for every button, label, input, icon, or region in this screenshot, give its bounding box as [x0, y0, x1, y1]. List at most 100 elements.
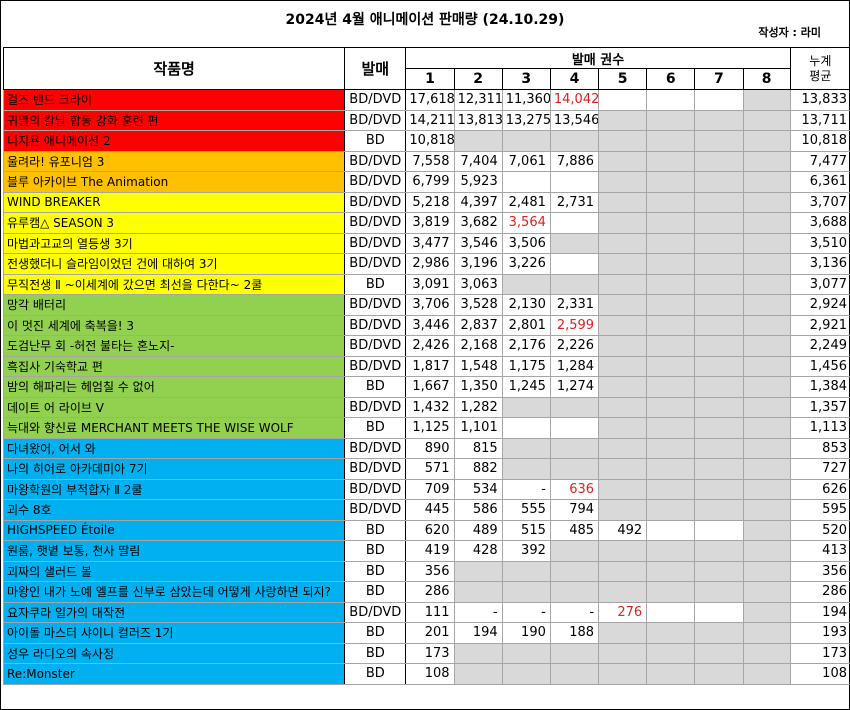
work-title-cell: 유루캠△ SEASON 3 [2, 212, 346, 234]
volume-sales-cell-3 [501, 171, 551, 193]
volume-sales-cell-8 [742, 581, 791, 603]
table-row: 나의 히어로 아카데미아 7기 BD/DVD 571 882 727 [2, 458, 850, 480]
volume-sales-cell-6 [646, 581, 696, 603]
volume-sales-cell-6 [646, 499, 696, 521]
work-title-cell: 데이트 어 라이브 V [2, 396, 346, 418]
volume-sales-cell-2 [453, 130, 503, 152]
volume-sales-cell-7 [694, 601, 744, 623]
volume-sales-cell-7 [694, 273, 744, 295]
release-format-cell: BD/DVD [344, 191, 407, 213]
volume-sales-cell-2: 3,196 [453, 253, 503, 275]
volume-sales-cell-5 [598, 191, 648, 213]
header-volumes: 발매 권수 [405, 47, 791, 69]
average-cell: 3,707 [789, 191, 850, 213]
volume-sales-cell-5 [598, 314, 648, 336]
volume-sales-cell-4 [549, 560, 600, 582]
volume-sales-cell-1: 201 [405, 622, 455, 644]
volume-sales-cell-5 [598, 253, 648, 275]
header-vol-7: 7 [694, 68, 744, 90]
average-cell: 1,456 [789, 355, 850, 377]
volume-sales-cell-6 [646, 314, 696, 336]
volume-sales-cell-1: 571 [405, 458, 455, 480]
volume-sales-cell-6 [646, 458, 696, 480]
table-row: 니지욘 애니메이션 2 BD 10,818 10,818 [2, 130, 850, 152]
work-title-cell: 걸즈 밴드 크라이 [2, 89, 346, 111]
volume-sales-cell-4: 1,274 [549, 376, 600, 398]
work-title-cell: 다녀왔어, 어서 와 [2, 437, 346, 459]
release-format-cell: BD/DVD [344, 335, 407, 357]
volume-sales-cell-8 [742, 191, 791, 213]
volume-sales-cell-3: 3,564 [501, 212, 551, 234]
work-title-cell: 전생했더니 슬라임이었던 건에 대하여 3기 [2, 253, 346, 275]
volume-sales-cell-4: 7,886 [549, 150, 600, 172]
volume-sales-cell-2: 5,923 [453, 171, 503, 193]
average-cell: 1,357 [789, 396, 850, 418]
volume-sales-cell-1: 419 [405, 540, 455, 562]
release-format-cell: BD [344, 273, 407, 295]
volume-sales-cell-3 [501, 437, 551, 459]
volume-sales-cell-5 [598, 335, 648, 357]
header-vol-2: 2 [453, 68, 503, 90]
volume-sales-cell-6 [646, 335, 696, 357]
volume-sales-cell-5 [598, 663, 648, 685]
header-avg-line2: 평균 [809, 68, 832, 83]
table-row: 아이돌 마스터 샤이니 컬러즈 1기 BD 201 194 190 188 193 [2, 622, 850, 644]
volume-sales-cell-8 [742, 458, 791, 480]
volume-sales-cell-7 [694, 191, 744, 213]
volume-sales-cell-8 [742, 417, 791, 439]
volume-sales-cell-3 [501, 417, 551, 439]
work-title-cell: 마왕인 내가 노예 엘프를 신부로 삼았는데 어떻게 사랑하면 되지? [2, 581, 346, 603]
volume-sales-cell-6 [646, 89, 696, 111]
volume-sales-cell-8 [742, 171, 791, 193]
volume-sales-cell-1: 3,819 [405, 212, 455, 234]
table-row: WIND BREAKER BD/DVD 5,218 4,397 2,481 2,731 3,… [2, 191, 850, 213]
volume-sales-cell-3: 1,175 [501, 355, 551, 377]
volume-sales-cell-1: 6,799 [405, 171, 455, 193]
release-format-cell: BD/DVD [344, 499, 407, 521]
volume-sales-cell-4 [549, 273, 600, 295]
release-format-cell: BD [344, 642, 407, 664]
table-row: 흑집사 기숙학교 편 BD/DVD 1,817 1,548 1,175 1,284 1,45… [2, 355, 850, 377]
volume-sales-cell-1: 14,211 [405, 109, 455, 131]
work-title-cell: 망각 배터리 [2, 294, 346, 316]
volume-sales-cell-4 [549, 437, 600, 459]
volume-sales-cell-8 [742, 519, 791, 541]
volume-sales-cell-3: 13,275 [501, 109, 551, 131]
volume-sales-cell-3: 515 [501, 519, 551, 541]
volume-sales-cell-5 [598, 171, 648, 193]
work-title-cell: 마법과고교의 열등생 3기 [2, 232, 346, 254]
work-title-cell: 나의 히어로 아카데미아 7기 [2, 458, 346, 480]
work-title-cell: 괴수 8호 [2, 499, 346, 521]
volume-sales-cell-7 [694, 294, 744, 316]
volume-sales-cell-2: 2,837 [453, 314, 503, 336]
volume-sales-cell-5 [598, 89, 648, 111]
volume-sales-cell-4: 2,731 [549, 191, 600, 213]
volume-sales-cell-3 [501, 458, 551, 480]
release-format-cell: BD/DVD [344, 314, 407, 336]
volume-sales-cell-8 [742, 642, 791, 664]
work-title-cell: 아이돌 마스터 샤이니 컬러즈 1기 [2, 622, 346, 644]
volume-sales-cell-2: 586 [453, 499, 503, 521]
work-title-cell: 밤의 해파리는 헤엄칠 수 없어 [2, 376, 346, 398]
author-label: 작성자 : 라미 [758, 26, 821, 39]
release-format-cell: BD/DVD [344, 253, 407, 275]
volume-sales-cell-2: - [453, 601, 503, 623]
volume-sales-cell-4 [549, 540, 600, 562]
release-format-cell: BD/DVD [344, 355, 407, 377]
volume-sales-cell-5 [598, 396, 648, 418]
header-vol-1: 1 [405, 68, 455, 90]
volume-sales-cell-2 [453, 663, 503, 685]
volume-sales-cell-2: 3,528 [453, 294, 503, 316]
average-cell: 286 [789, 581, 850, 603]
release-format-cell: BD [344, 622, 407, 644]
volume-sales-cell-3 [501, 273, 551, 295]
work-title-cell: 도검난무 회 -허전 불타는 혼노지- [2, 335, 346, 357]
release-format-cell: BD [344, 540, 407, 562]
average-cell: 193 [789, 622, 850, 644]
volume-sales-cell-2: 815 [453, 437, 503, 459]
volume-sales-cell-2: 1,548 [453, 355, 503, 377]
volume-sales-cell-6 [646, 150, 696, 172]
table-row: 울려라! 유포니엄 3 BD/DVD 7,558 7,404 7,061 7,886 7,4… [2, 150, 850, 172]
volume-sales-cell-5 [598, 642, 648, 664]
table-row: 도검난무 회 -허전 불타는 혼노지- BD/DVD 2,426 2,168 2,176… [2, 335, 850, 357]
